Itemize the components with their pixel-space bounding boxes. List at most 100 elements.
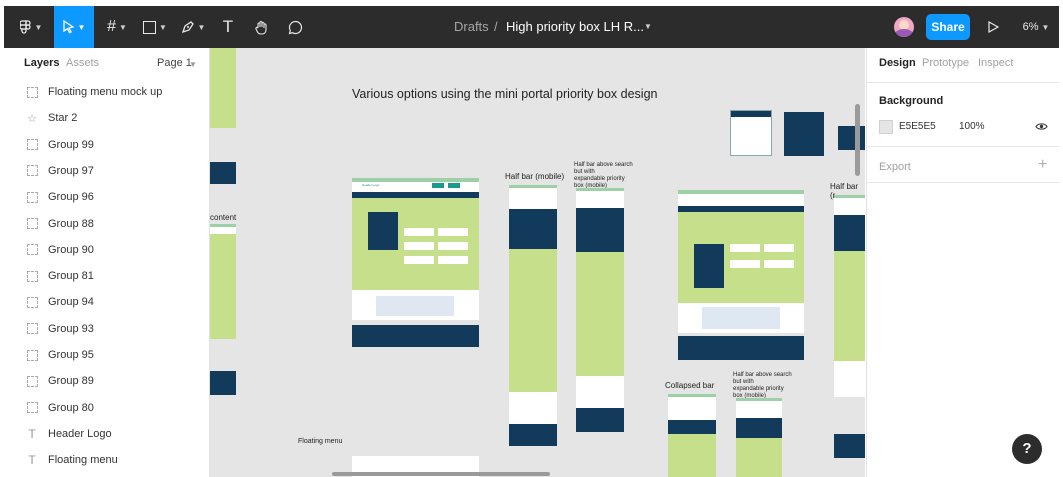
- layer-item[interactable]: T Header Logo: [4, 424, 209, 444]
- layer-item[interactable]: Group 88: [4, 214, 209, 234]
- divider: [867, 146, 1060, 147]
- tab-layers[interactable]: Layers: [24, 57, 59, 69]
- chevron-down-icon: ▼: [34, 22, 43, 32]
- vertical-scrollbar[interactable]: [855, 104, 860, 176]
- comment-tool-button[interactable]: [280, 6, 310, 48]
- frame-desktop-1-header[interactable]: Header Logo: [352, 178, 479, 192]
- layer-item[interactable]: Group 80: [4, 398, 209, 418]
- label-line-1: Half bar above search: [733, 372, 792, 378]
- eye-icon[interactable]: [1035, 119, 1048, 137]
- frame-mobile-4-body[interactable]: [736, 438, 782, 477]
- tab-assets[interactable]: Assets: [66, 57, 99, 69]
- avatar[interactable]: [894, 17, 914, 37]
- file-name[interactable]: High priority box LH R...: [506, 6, 644, 48]
- background-section-title: Background: [879, 95, 944, 107]
- frame-mobile-5-priority: [834, 215, 865, 251]
- background-hex-input[interactable]: E5E5E5: [899, 121, 936, 132]
- export-section-title: Export: [879, 161, 911, 173]
- layer-label: Group 80: [48, 401, 94, 414]
- label-collapsed-bar: Collapsed bar: [665, 381, 715, 390]
- frame-desktop-1-content: [352, 290, 479, 320]
- thumbnail-doc-3[interactable]: [838, 126, 865, 150]
- frame-mobile-3-body[interactable]: [668, 434, 716, 477]
- frame-mobile-1-body[interactable]: [509, 249, 557, 392]
- layer-item[interactable]: ☆ Star 2: [4, 108, 209, 128]
- play-icon: [988, 21, 999, 33]
- frame-desktop-2-body[interactable]: [678, 212, 804, 303]
- main-menu-button[interactable]: ▼: [14, 6, 48, 48]
- group-icon: [26, 270, 38, 282]
- chevron-down-icon: ▼: [159, 22, 167, 32]
- layers-panel: Layers Assets Page 1 ▼ Floating menu moc…: [4, 48, 210, 477]
- text-icon: T: [222, 17, 234, 36]
- frame-partial-bottom: [210, 371, 236, 395]
- layer-item[interactable]: Floating menu mock up: [4, 82, 209, 102]
- tab-prototype[interactable]: Prototype: [922, 57, 969, 69]
- layer-item[interactable]: Group 81: [4, 266, 209, 286]
- group-icon: [26, 296, 38, 308]
- pointer-icon: [62, 20, 75, 34]
- frame-desktop-1-body[interactable]: [352, 198, 479, 290]
- label-line-2: but with: [574, 169, 595, 175]
- move-tool-button[interactable]: ▼: [54, 6, 94, 48]
- background-color-swatch[interactable]: [879, 120, 893, 134]
- horizontal-scrollbar[interactable]: [332, 472, 550, 476]
- text-layer-icon: T: [28, 453, 36, 468]
- layer-label: Star 2: [48, 112, 78, 125]
- group-icon: [26, 191, 38, 203]
- layer-item[interactable]: Group 94: [4, 292, 209, 312]
- layer-item[interactable]: Group 93: [4, 319, 209, 339]
- frame-mobile-3-priority: [668, 420, 716, 434]
- layer-item[interactable]: Group 89: [4, 371, 209, 391]
- breadcrumb-folder[interactable]: Drafts: [454, 6, 489, 48]
- frame-desktop-2-header[interactable]: [678, 190, 804, 206]
- layer-item[interactable]: T Floating menu: [4, 450, 209, 470]
- frame-mobile-5-body[interactable]: [834, 251, 865, 361]
- frame-mobile-2-body[interactable]: [576, 252, 624, 376]
- help-button[interactable]: ?: [1012, 434, 1042, 464]
- hand-tool-button[interactable]: [246, 6, 276, 48]
- layer-label: Floating menu mock up: [48, 86, 163, 98]
- divider: [867, 82, 1060, 83]
- group-icon: [26, 323, 38, 335]
- layer-label: Group 90: [48, 243, 94, 256]
- zoom-level: 6%: [1022, 21, 1039, 33]
- present-button[interactable]: [980, 6, 1006, 48]
- frame-tool-button[interactable]: # ▼: [100, 6, 134, 48]
- thumbnail-doc-1[interactable]: [730, 110, 772, 156]
- canvas[interactable]: Various options using the mini portal pr…: [210, 48, 865, 477]
- page-selector[interactable]: Page 1: [157, 57, 192, 69]
- text-tool-button[interactable]: T: [214, 6, 242, 48]
- frame-partial-top[interactable]: [210, 48, 236, 128]
- frame-desktop-2-footer: [678, 336, 804, 360]
- layer-label: Group 81: [48, 270, 94, 283]
- top-toolbar: ▼ ▼ # ▼ ▼ ▼ T Drafts / High priority box…: [4, 6, 1059, 48]
- background-opacity-input[interactable]: 100%: [959, 121, 985, 132]
- layer-label: Group 99: [48, 138, 94, 151]
- frame-partial-mid[interactable]: [210, 234, 236, 339]
- frame-mobile-3-header[interactable]: [668, 394, 716, 423]
- layer-item[interactable]: Group 99: [4, 135, 209, 155]
- layer-item[interactable]: Group 95: [4, 345, 209, 365]
- label-half-bar-above-search-2: Half bar above search but with expandabl…: [733, 372, 792, 400]
- thumbnail-doc-2[interactable]: [784, 112, 824, 156]
- group-icon: [26, 139, 38, 151]
- frame-mobile-1-header[interactable]: [509, 185, 557, 212]
- frame-mobile-2-content: [576, 376, 624, 408]
- shape-tool-button[interactable]: ▼: [138, 6, 172, 48]
- layer-item[interactable]: Group 97: [4, 161, 209, 181]
- zoom-dropdown[interactable]: 6% ▼: [1018, 6, 1054, 48]
- tab-inspect[interactable]: Inspect: [978, 57, 1013, 69]
- tab-design[interactable]: Design: [879, 57, 916, 69]
- pen-tool-button[interactable]: ▼: [176, 6, 210, 48]
- chevron-down-icon[interactable]: ▼: [189, 60, 197, 69]
- add-export-plus-icon[interactable]: +: [1038, 156, 1047, 174]
- layer-label: Group 89: [48, 375, 94, 388]
- layer-item[interactable]: Group 96: [4, 187, 209, 207]
- file-menu-chevron-icon[interactable]: ▼: [644, 6, 652, 48]
- share-button[interactable]: Share: [926, 14, 970, 40]
- text-layer-icon: T: [28, 426, 36, 441]
- layer-item[interactable]: Group 90: [4, 240, 209, 260]
- label-half-bar-above-search: Half bar above search but with expandabl…: [574, 162, 633, 190]
- properties-panel: Design Prototype Inspect Background E5E5…: [866, 48, 1060, 477]
